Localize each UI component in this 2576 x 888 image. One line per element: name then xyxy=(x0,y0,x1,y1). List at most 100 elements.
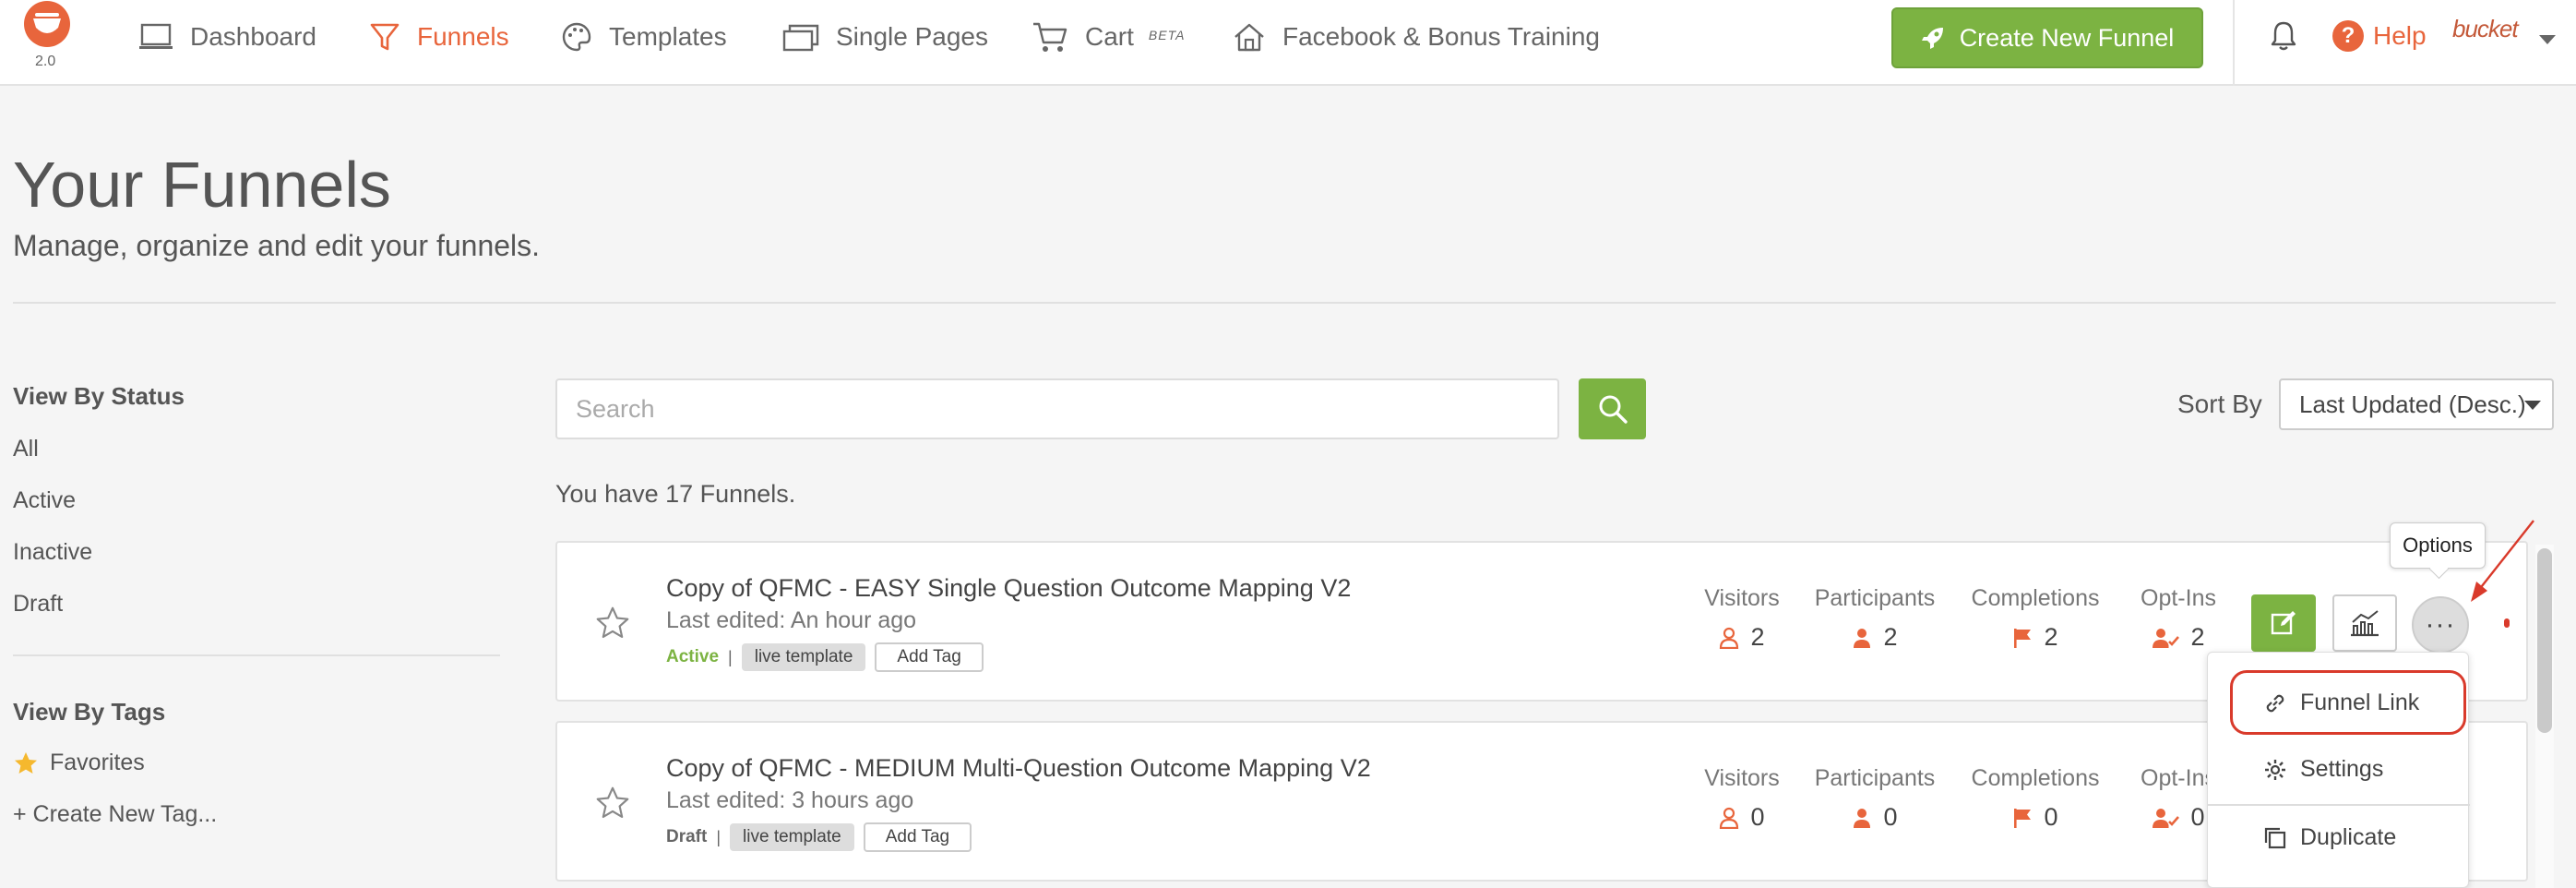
nav-cart[interactable]: Cart BETA xyxy=(1032,18,1185,55)
status-filter-inactive[interactable]: Inactive xyxy=(13,539,92,566)
gear-icon xyxy=(2265,759,2285,780)
tag-chip[interactable]: live template xyxy=(741,643,866,671)
nav-templates-label: Templates xyxy=(609,22,727,51)
nav-dashboard-label: Dashboard xyxy=(190,22,316,51)
stat-label: Visitors xyxy=(1704,585,1780,611)
stat-value: 2 xyxy=(2044,623,2058,651)
sort-select[interactable]: Last Updated (Desc.) xyxy=(2279,378,2554,430)
menu-item-settings[interactable]: Settings xyxy=(2263,756,2383,783)
page-subtitle: Manage, organize and edit your funnels. xyxy=(13,229,541,262)
menu-item-label: Settings xyxy=(2300,756,2384,782)
status-badge: Active xyxy=(666,647,720,666)
stat-value: 0 xyxy=(2190,803,2205,831)
nav-single-pages-label: Single Pages xyxy=(836,22,989,51)
menu-divider xyxy=(2208,804,2470,806)
search-input[interactable] xyxy=(555,378,1559,439)
search-icon xyxy=(1599,395,1628,424)
search-button[interactable] xyxy=(1579,378,1646,439)
scrollbar-thumb[interactable] xyxy=(2537,548,2552,733)
sort-select-value: Last Updated (Desc.) xyxy=(2299,390,2526,418)
chart-icon xyxy=(2351,610,2379,637)
stat-value: 2 xyxy=(2190,623,2205,651)
help-label: Help xyxy=(2373,21,2427,50)
favorites-label: Favorites xyxy=(50,750,145,775)
pages-icon xyxy=(782,24,819,52)
stat-label: Opt-Ins xyxy=(2141,585,2216,611)
favorite-star-icon[interactable] xyxy=(594,786,631,825)
copy-icon xyxy=(2264,827,2286,848)
nav-separator xyxy=(2233,0,2235,86)
create-new-tag-link[interactable]: + Create New Tag... xyxy=(13,801,217,828)
star-filled-icon xyxy=(15,751,37,774)
funnel-name[interactable]: Copy of QFMC - EASY Single Question Outc… xyxy=(666,574,1351,603)
funnel-last-edited: Last edited: 3 hours ago xyxy=(666,787,914,813)
user-outline-icon xyxy=(1720,807,1739,829)
annotation-mark xyxy=(2504,618,2510,628)
status-filter-all[interactable]: All xyxy=(13,436,39,462)
tag-separator: | xyxy=(728,647,733,666)
stat-value: 2 xyxy=(1883,623,1898,651)
view-by-status-heading: View By Status xyxy=(13,382,185,410)
options-button[interactable]: ··· xyxy=(2412,596,2469,654)
stat-label: Completions xyxy=(1971,765,2100,791)
create-new-funnel-button[interactable]: Create New Funnel xyxy=(1891,7,2203,68)
cart-icon xyxy=(1033,22,1067,52)
notifications-bell-icon[interactable] xyxy=(2270,20,2297,56)
stat-value: 2 xyxy=(1750,623,1765,651)
top-navbar: 2.0 Dashboard Funnels Templates Single P… xyxy=(0,0,2576,86)
stat-label: Visitors xyxy=(1704,765,1780,791)
funnel-name[interactable]: Copy of QFMC - MEDIUM Multi-Question Out… xyxy=(666,754,1371,783)
edit-icon xyxy=(2271,611,2296,635)
edit-funnel-button[interactable] xyxy=(2251,594,2316,652)
laptop-icon xyxy=(139,23,173,49)
help-link[interactable]: ? Help xyxy=(2332,20,2427,52)
beta-badge: BETA xyxy=(1148,28,1186,42)
account-logo[interactable]: bucket xyxy=(2452,15,2519,43)
favorite-star-icon[interactable] xyxy=(594,606,631,645)
nav-dashboard[interactable]: Dashboard xyxy=(138,18,316,55)
funnel-icon xyxy=(370,23,400,51)
status-filter-active[interactable]: Active xyxy=(13,487,76,514)
tag-chip[interactable]: live template xyxy=(730,823,854,851)
funnel-stats-button[interactable] xyxy=(2332,594,2397,652)
menu-item-duplicate[interactable]: Duplicate xyxy=(2263,824,2396,851)
sort-by-label: Sort By xyxy=(2177,390,2262,418)
chevron-down-icon xyxy=(2524,401,2541,410)
stat-value: 0 xyxy=(2044,803,2058,831)
header-divider xyxy=(13,302,2556,304)
funnel-count: You have 17 Funnels. xyxy=(555,480,796,508)
nav-funnels[interactable]: Funnels xyxy=(369,18,509,55)
nav-single-pages[interactable]: Single Pages xyxy=(782,18,988,55)
menu-item-label: Duplicate xyxy=(2300,824,2397,850)
nav-templates[interactable]: Templates xyxy=(561,18,727,55)
tag-filter-favorites[interactable]: Favorites xyxy=(13,750,145,776)
funnel-last-edited: Last edited: An hour ago xyxy=(666,607,917,633)
nav-facebook-training[interactable]: Facebook & Bonus Training xyxy=(1233,18,1600,55)
stat-visitors: Visitors 2 xyxy=(1696,585,1788,652)
page-title: Your Funnels xyxy=(13,149,391,221)
stat-participants: Participants 2 xyxy=(1810,585,1939,652)
user-filled-icon xyxy=(1854,628,1871,648)
flag-icon xyxy=(2014,808,2032,828)
flag-icon xyxy=(2014,628,2032,648)
stat-label: Participants xyxy=(1814,585,1936,611)
rocket-icon xyxy=(1921,28,1943,49)
help-icon: ? xyxy=(2332,20,2364,52)
nav-facebook-training-label: Facebook & Bonus Training xyxy=(1282,22,1600,51)
stat-label: Participants xyxy=(1814,765,1936,791)
add-tag-button[interactable]: Add Tag xyxy=(875,642,984,672)
add-tag-button[interactable]: Add Tag xyxy=(863,822,972,852)
nav-cart-label: Cart xyxy=(1085,22,1134,51)
funnel-tags: Draft | live template Add Tag xyxy=(666,822,972,852)
account-caret-icon[interactable] xyxy=(2539,35,2556,44)
stat-participants: Participants 0 xyxy=(1810,765,1939,832)
stat-value: 0 xyxy=(1883,803,1898,831)
logo-version: 2.0 xyxy=(35,54,56,69)
status-filter-draft[interactable]: Draft xyxy=(13,591,63,618)
annotation-highlight xyxy=(2230,670,2466,735)
stat-visitors: Visitors 0 xyxy=(1696,765,1788,832)
annotation-arrow-icon xyxy=(2471,520,2534,602)
tag-separator: | xyxy=(716,827,722,846)
stat-value: 0 xyxy=(1750,803,1765,831)
home-icon xyxy=(1234,23,1264,52)
